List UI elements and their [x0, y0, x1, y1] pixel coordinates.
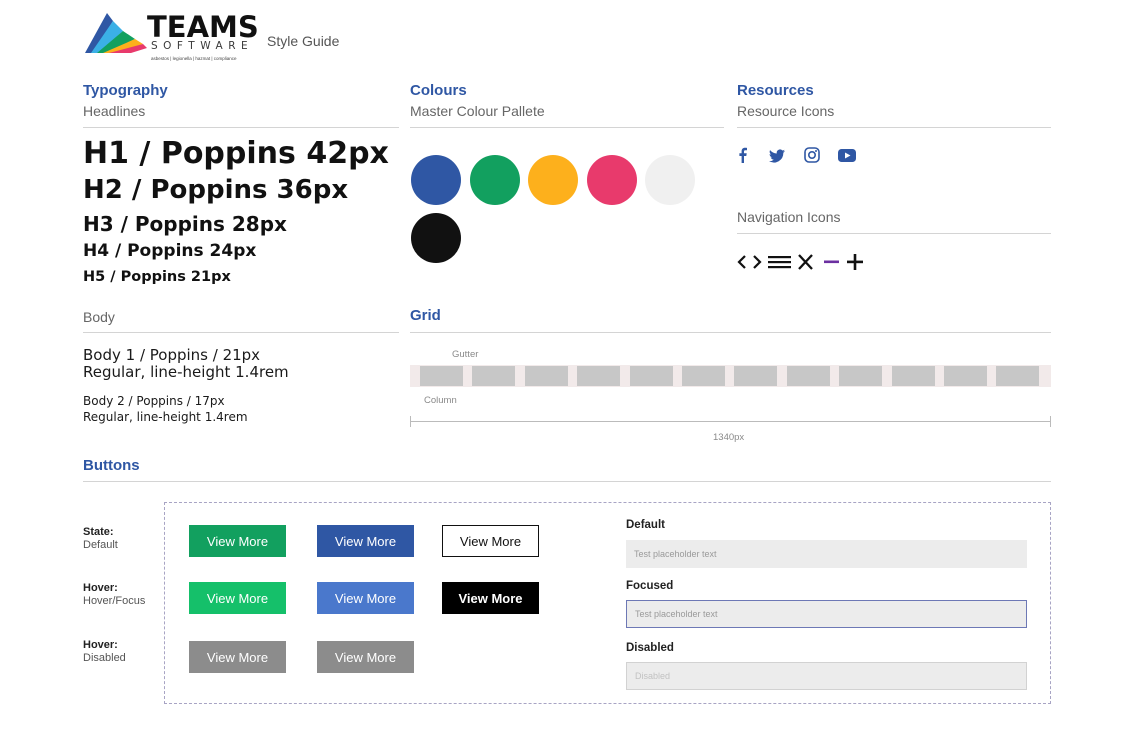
facebook-icon[interactable] [735, 147, 751, 163]
divider [737, 127, 1051, 128]
body2-sample: Body 2 / Poppins / 17px Regular, line-he… [83, 393, 248, 425]
headlines-label: Headlines [83, 103, 146, 119]
disabled-field-label: Disabled [626, 642, 674, 654]
disabled-text-field[interactable]: Disabled [626, 662, 1027, 690]
grid-column [944, 366, 987, 386]
divider [410, 127, 724, 128]
body1-line1: Body 1 / Poppins / 21px [83, 346, 261, 364]
h4-sample: H4 / Poppins 24px [83, 241, 257, 261]
h1-sample: H1 / Poppins 42px [83, 136, 389, 171]
grid-column [734, 366, 778, 386]
swatch-green [470, 155, 520, 205]
grid-column [839, 366, 883, 386]
default-field-label: Default [626, 519, 665, 531]
teams-software-logo: TEAMS SOFTWARE asbestos | legionella | h… [83, 10, 259, 65]
colours-title: Colours [410, 82, 467, 99]
view-more-blue-hover-button[interactable]: View More [317, 582, 414, 614]
chevron-left-right-icon[interactable] [737, 253, 762, 271]
body1-line2: Regular, line-height 1.4rem [83, 363, 289, 381]
logo-sub: SOFTWARE [151, 40, 254, 52]
width-measure-tick-right [1050, 416, 1051, 427]
menu-icon[interactable] [768, 253, 791, 271]
logo-tagline: asbestos | legionella | hazmat | complia… [151, 56, 237, 61]
close-icon[interactable] [797, 253, 814, 271]
grid-diagram [410, 365, 1051, 387]
h5-sample: H5 / Poppins 21px [83, 269, 231, 285]
typography-title: Typography [83, 82, 168, 99]
swatch-blue [411, 155, 461, 205]
logo-name: TEAMS [147, 10, 259, 44]
grid-column [996, 366, 1040, 386]
width-label: 1340px [713, 432, 745, 443]
grid-column [891, 366, 935, 386]
h3-sample: H3 / Poppins 28px [83, 212, 287, 236]
swatch-light-grey [645, 155, 695, 205]
nav-icons-label: Navigation Icons [737, 209, 841, 225]
gutter-label: Gutter [452, 349, 479, 360]
view-more-black-hover-button[interactable]: View More [442, 582, 539, 614]
default-text-field[interactable]: Test placeholder text [626, 540, 1027, 568]
divider [83, 332, 399, 333]
view-more-green-button[interactable]: View More [189, 525, 286, 557]
body-label: Body [83, 309, 115, 325]
resources-title: Resources [737, 82, 814, 99]
youtube-icon[interactable] [838, 149, 856, 162]
view-more-outline-button[interactable]: View More [442, 525, 539, 557]
divider [83, 481, 1051, 482]
width-measure-line [410, 421, 1051, 422]
view-more-disabled-button[interactable]: View More [189, 641, 286, 673]
state-disabled: Hover: Disabled [83, 639, 126, 664]
swatch-yellow [528, 155, 578, 205]
body1-sample: Body 1 / Poppins / 21px Regular, line-he… [83, 347, 289, 381]
view-more-green-hover-button[interactable]: View More [189, 582, 286, 614]
focused-text-field[interactable]: Test placeholder text [626, 600, 1027, 628]
h2-sample: H2 / Poppins 36px [83, 175, 349, 205]
view-more-blue-button[interactable]: View More [317, 525, 414, 557]
twitter-icon[interactable] [769, 148, 785, 164]
grid-column [629, 366, 673, 386]
grid-column [472, 366, 516, 386]
body2-line1: Body 2 / Poppins / 17px [83, 394, 225, 408]
column-label: Column [424, 395, 457, 406]
minus-icon[interactable] [824, 253, 839, 271]
logo-prism-icon [85, 13, 147, 53]
state-hover-focus: Hover: Hover/Focus [83, 582, 146, 607]
grid-title: Grid [410, 307, 441, 324]
focused-field-label: Focused [626, 580, 674, 592]
divider [737, 233, 1051, 234]
grid-column [420, 366, 463, 386]
grid-column [577, 366, 621, 386]
grid-column [786, 366, 830, 386]
grid-column [682, 366, 725, 386]
swatch-black [411, 213, 461, 263]
buttons-title: Buttons [83, 457, 140, 474]
state-default: State: Default [83, 526, 118, 551]
plus-icon[interactable] [847, 253, 863, 271]
divider [83, 127, 399, 128]
divider [410, 332, 1051, 333]
grid-column [524, 366, 568, 386]
colours-subtitle: Master Colour Pallete [410, 103, 545, 119]
page-label: Style Guide [267, 33, 340, 49]
view-more-disabled-button[interactable]: View More [317, 641, 414, 673]
body2-line2: Regular, line-height 1.4rem [83, 410, 248, 424]
swatch-pink [587, 155, 637, 205]
width-measure-tick-left [410, 416, 411, 427]
instagram-icon[interactable] [804, 147, 820, 163]
resources-subtitle: Resource Icons [737, 103, 835, 119]
